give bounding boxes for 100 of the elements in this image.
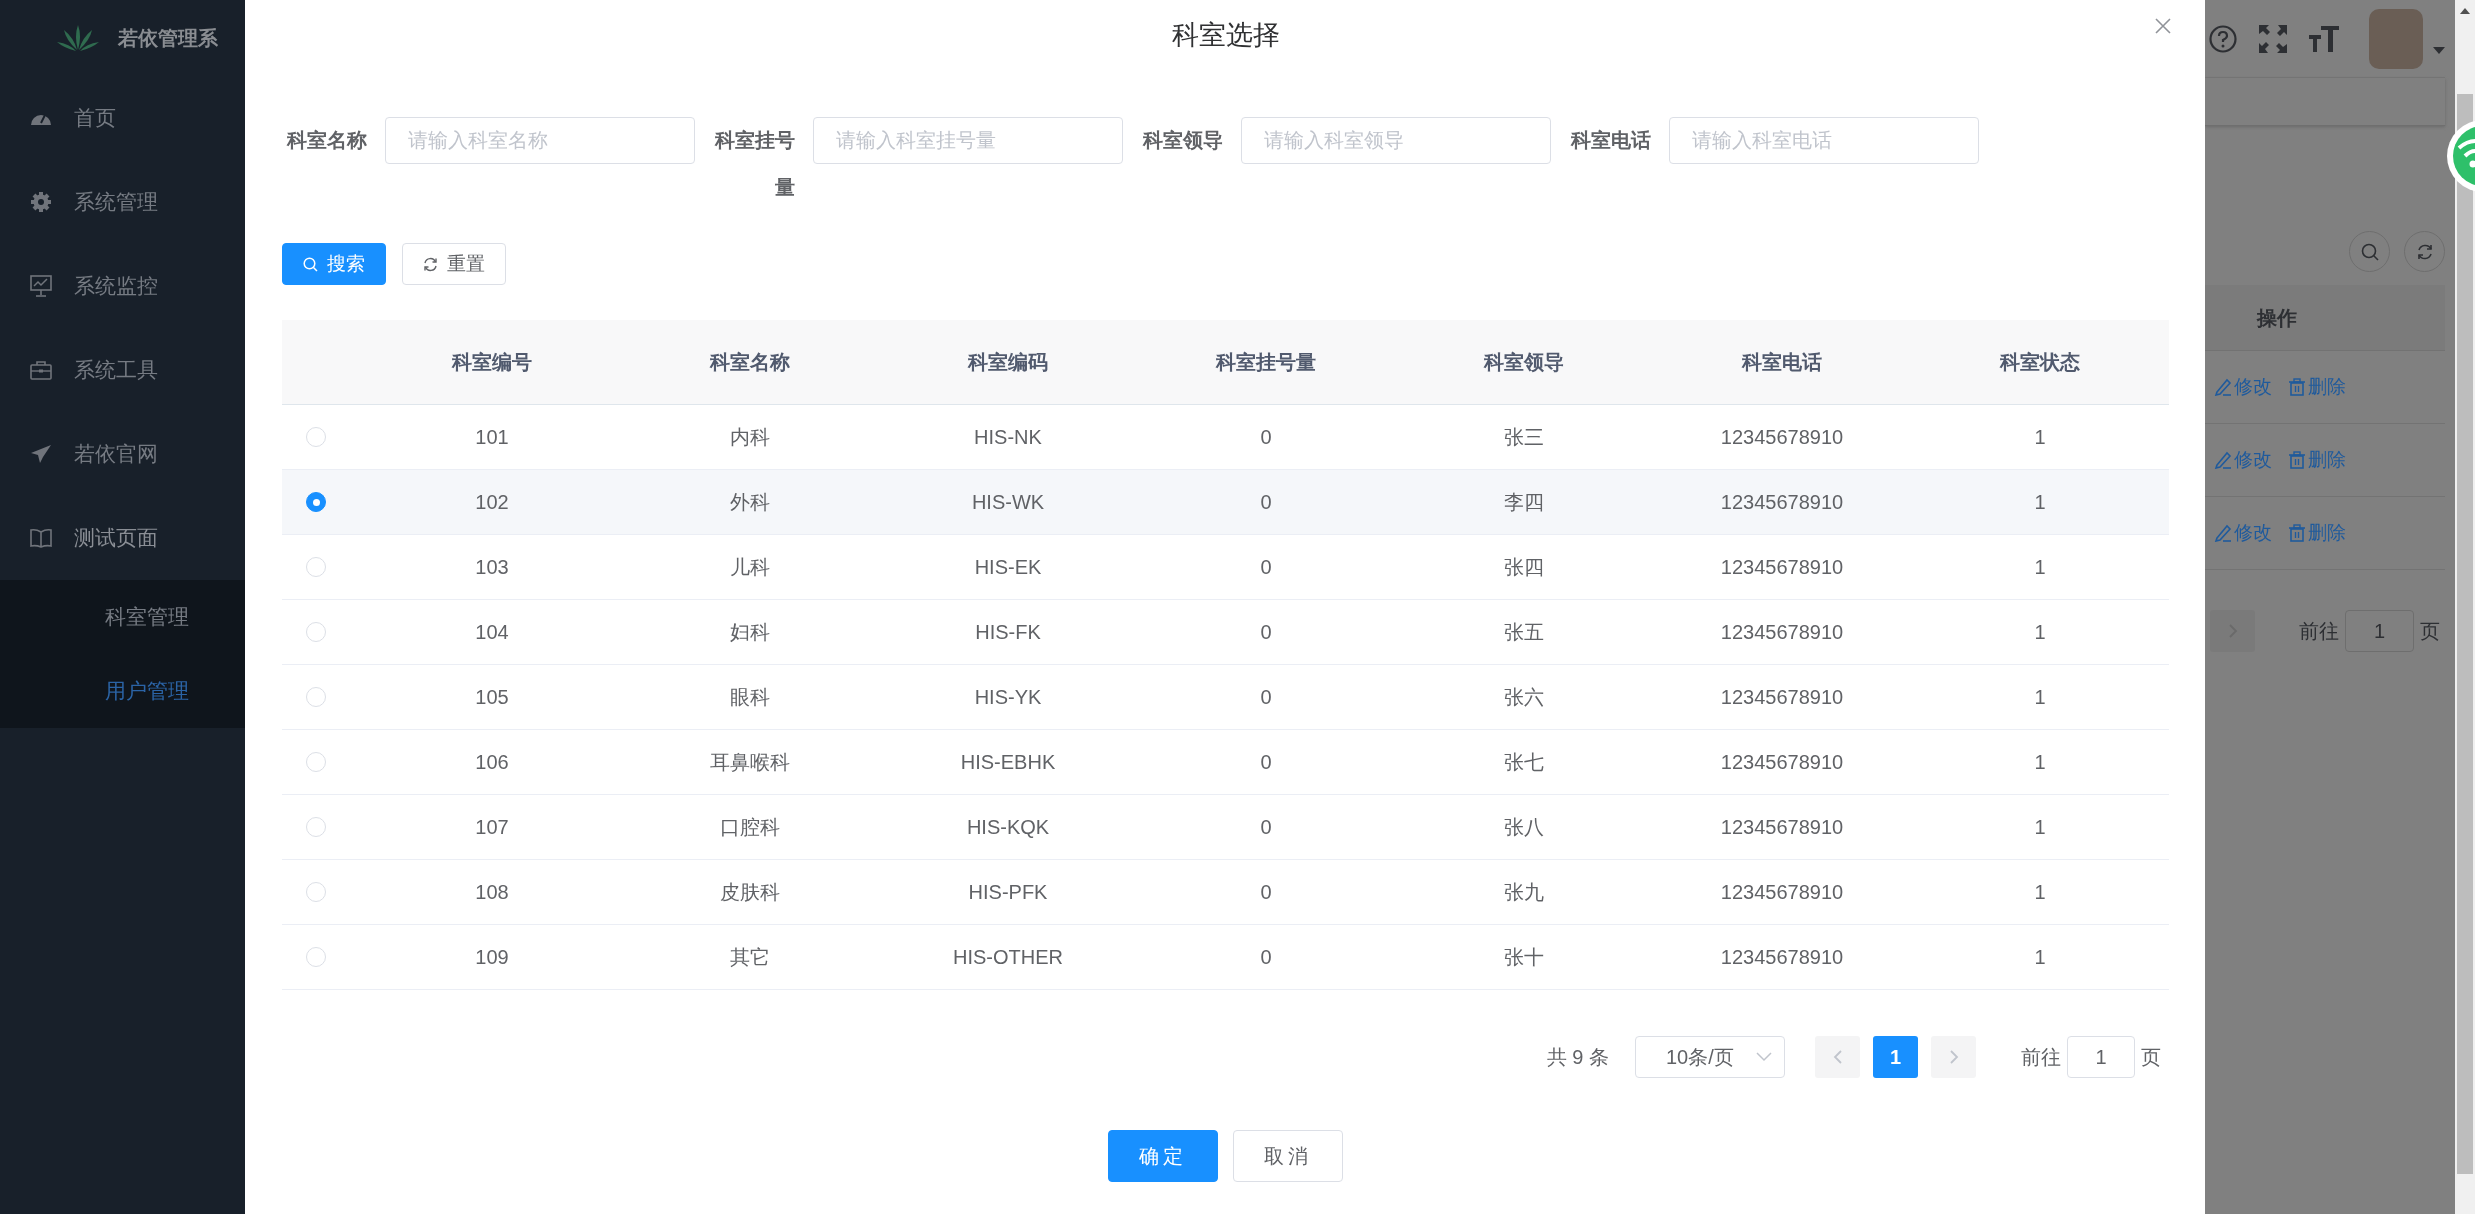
table-cell-text: 1 <box>2033 815 2047 840</box>
next-page-button[interactable] <box>1931 1036 1976 1078</box>
table-cell-text: 0 <box>1259 815 1273 840</box>
table-row[interactable]: 105 眼科 HIS-YK 0 张六 12345678910 1 <box>282 665 2169 730</box>
sidebar-item[interactable]: 系统监控 <box>0 244 245 328</box>
table-cell-text: 1 <box>2033 555 2047 580</box>
table-cell-text: 口腔科 <box>719 815 781 840</box>
table-cell-text: 12345678910 <box>1719 620 1845 645</box>
search-icon <box>303 256 318 272</box>
table-cell-text: 张四 <box>1503 555 1545 580</box>
filter-input[interactable]: 请输入科室挂号量 <box>813 117 1123 164</box>
sidebar-item[interactable]: 测试页面 <box>0 496 245 580</box>
sidebar-item[interactable]: 若依官网 <box>0 412 245 496</box>
sidebar-item[interactable]: 系统工具 <box>0 328 245 412</box>
table-cell-text: 12345678910 <box>1719 880 1845 905</box>
goto-label: 前往 <box>2021 1045 2061 1070</box>
filter-input[interactable]: 请输入科室领导 <box>1241 117 1551 164</box>
cancel-button[interactable]: 取消 <box>1233 1130 1343 1182</box>
column-header: 科室挂号量 <box>1214 350 1317 375</box>
table-cell-text: 儿科 <box>729 555 771 580</box>
table-cell-text: 0 <box>1259 490 1273 515</box>
filter-input[interactable]: 请输入科室名称 <box>385 117 695 164</box>
filter-label: 科室名称 <box>285 128 368 153</box>
table-cell-text: 1 <box>2033 750 2047 775</box>
column-header: 科室名称 <box>708 350 791 375</box>
table-row[interactable]: 106 耳鼻喉科 HIS-EBHK 0 张七 12345678910 1 <box>282 730 2169 795</box>
column-header: 科室编码 <box>966 350 1049 375</box>
table-cell-text: 1 <box>2033 880 2047 905</box>
sidebar-item[interactable]: 系统管理 <box>0 160 245 244</box>
table-cell-text: 张六 <box>1503 685 1545 710</box>
refresh-button[interactable] <box>2404 231 2445 272</box>
caret-down-icon[interactable] <box>2433 47 2445 54</box>
goto-label: 前往 <box>2299 619 2339 644</box>
table-cell-text: 张七 <box>1503 750 1545 775</box>
refresh-icon <box>423 256 438 272</box>
scroll-up-icon <box>2460 8 2470 14</box>
table-cell-text: 妇科 <box>729 620 771 645</box>
table-cell-text: 皮肤科 <box>719 880 781 905</box>
search-icon <box>2360 242 2379 261</box>
text-size-icon[interactable] <box>2309 24 2339 53</box>
chevron-left-icon <box>1832 1049 1843 1065</box>
table-row[interactable]: 107 口腔科 HIS-KQK 0 张八 12345678910 1 <box>282 795 2169 860</box>
column-header: 科室状态 <box>1998 350 2081 375</box>
avatar-placeholder[interactable] <box>2369 8 2423 69</box>
table-cell-text: HIS-OTHER <box>952 945 1064 970</box>
page-input[interactable]: 1 <box>2067 1036 2135 1078</box>
filter-input[interactable]: 请输入科室电话 <box>1669 117 1979 164</box>
table-cell-text: 106 <box>474 750 510 775</box>
pencil-icon <box>2214 378 2232 396</box>
table-row[interactable]: 109 其它 HIS-OTHER 0 张十 12345678910 1 <box>282 925 2169 990</box>
table-cell-text: 1 <box>2033 425 2047 450</box>
table-cell-text: 109 <box>474 945 510 970</box>
scrollbar[interactable] <box>2455 0 2475 1214</box>
search-button[interactable]: 搜索 <box>282 243 386 285</box>
fullscreen-icon[interactable] <box>2259 24 2287 53</box>
sidebar-item[interactable]: 首页 <box>0 76 245 160</box>
confirm-button[interactable]: 确定 <box>1108 1130 1218 1182</box>
page-button[interactable]: 1 <box>1873 1036 1918 1078</box>
submenu-item[interactable]: 科室管理 <box>0 580 245 654</box>
table-cell-text: 外科 <box>729 490 771 515</box>
table-cell-text: 12345678910 <box>1719 750 1845 775</box>
table-cell-text: HIS-KQK <box>965 815 1051 840</box>
table-row[interactable]: 108 皮肤科 HIS-PFK 0 张九 12345678910 1 <box>282 860 2169 925</box>
table-row[interactable]: 103 儿科 HIS-EK 0 张四 12345678910 1 <box>282 535 2169 600</box>
table-cell-text: 耳鼻喉科 <box>709 750 791 775</box>
table-cell-text: 眼科 <box>729 685 771 710</box>
filter-label: 科室挂号量 <box>713 128 796 200</box>
table-row[interactable]: 104 妇科 HIS-FK 0 张五 12345678910 1 <box>282 600 2169 665</box>
prev-page-button[interactable] <box>1815 1036 1860 1078</box>
monitor-icon <box>30 275 52 297</box>
leaf-logo-icon <box>56 24 100 52</box>
pencil-icon <box>2214 451 2232 469</box>
radio-button[interactable] <box>306 492 326 512</box>
page-suffix: 页 <box>2141 1045 2161 1070</box>
table-cell-text: 108 <box>474 880 510 905</box>
table-cell-text: 12345678910 <box>1719 945 1845 970</box>
table-cell-text: 101 <box>474 425 510 450</box>
table-cell-text: 0 <box>1259 620 1273 645</box>
chevron-down-icon <box>1756 1052 1772 1062</box>
column-header: 科室领导 <box>1482 350 1565 375</box>
trash-icon <box>2288 378 2306 396</box>
table-cell-text: 102 <box>474 490 510 515</box>
page-size-select[interactable]: 10条/页 <box>1635 1036 1785 1078</box>
table-cell-text: HIS-FK <box>974 620 1042 645</box>
table-cell-text: 12345678910 <box>1719 425 1845 450</box>
search-button[interactable] <box>2349 231 2390 272</box>
table-cell-text: 李四 <box>1503 490 1545 515</box>
table-cell-text: 1 <box>2033 945 2047 970</box>
help-icon[interactable] <box>2209 24 2237 53</box>
chevron-right-icon <box>1948 1049 1959 1065</box>
table-cell-text: 0 <box>1259 750 1273 775</box>
table-cell-text: 1 <box>2033 620 2047 645</box>
table-cell-text: HIS-YK <box>973 685 1043 710</box>
submenu-item[interactable]: 用户管理 <box>0 654 245 728</box>
table-row[interactable]: 102 外科 HIS-WK 0 李四 12345678910 1 <box>282 470 2169 535</box>
page-input[interactable]: 1 <box>2345 610 2414 652</box>
filter-label: 科室领导 <box>1141 128 1224 153</box>
reset-button[interactable]: 重置 <box>402 243 506 285</box>
pencil-icon <box>2214 524 2232 542</box>
table-cell-text: 张八 <box>1503 815 1545 840</box>
